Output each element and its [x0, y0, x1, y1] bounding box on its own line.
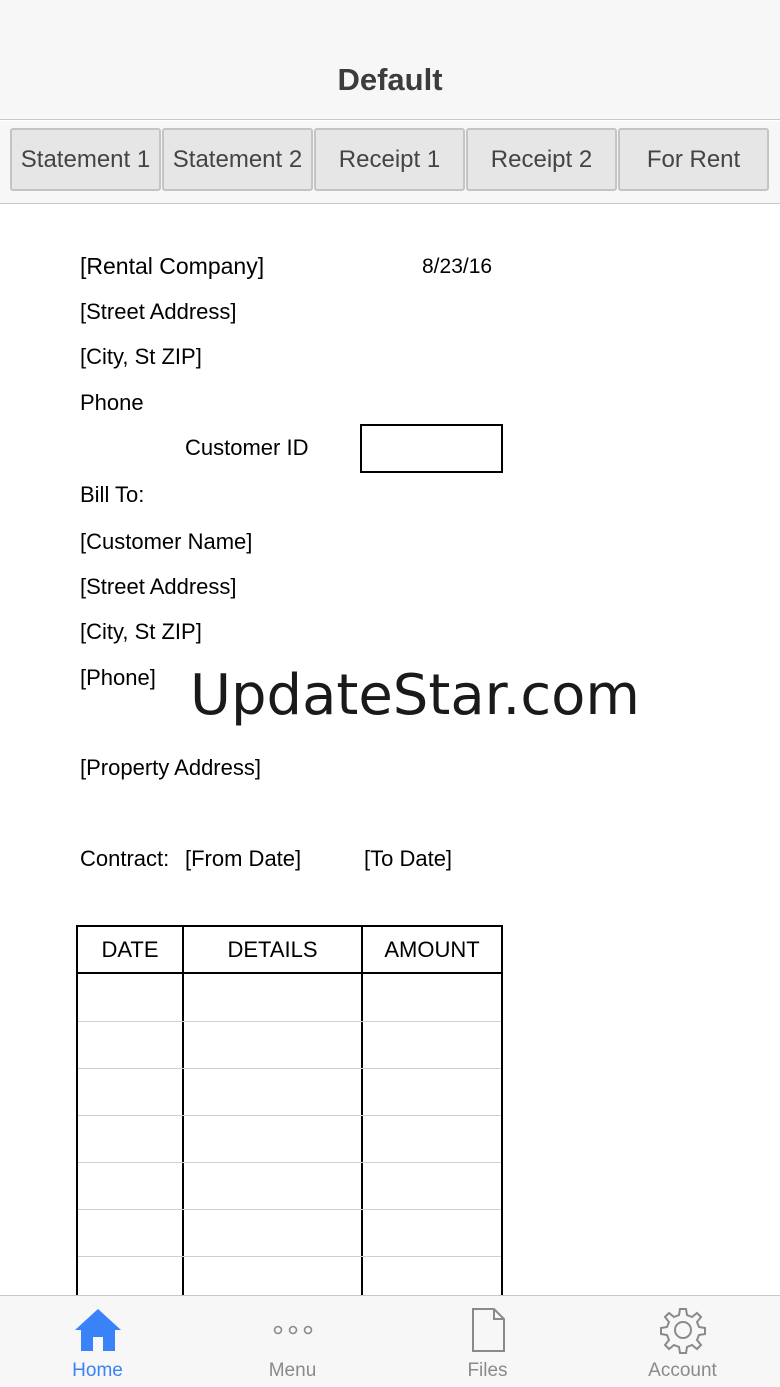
bill-to-label: Bill To: — [80, 482, 145, 507]
table-row[interactable] — [78, 1115, 501, 1116]
ledger-table: DATE DETAILS AMOUNT — [76, 925, 503, 1295]
bottom-tab-bar: Home Menu Files Account — [0, 1295, 780, 1387]
property-address[interactable]: [Property Address] — [80, 755, 261, 781]
column-header-details: DETAILS — [227, 937, 318, 962]
customer-id-field[interactable] — [360, 424, 503, 473]
tab-home-label: Home — [72, 1360, 123, 1381]
document-sheet[interactable]: [Rental Company] 8/23/16 [Street Address… — [0, 205, 780, 1295]
table-row[interactable] — [78, 1021, 501, 1022]
tab-receipt-1[interactable]: Receipt 1 — [314, 128, 465, 191]
gear-icon — [660, 1308, 706, 1354]
company-city[interactable]: [City, St ZIP] — [80, 344, 202, 370]
customer-phone[interactable]: [Phone] — [80, 665, 156, 691]
tab-account-label: Account — [648, 1360, 717, 1381]
contract-from-date[interactable]: [From Date] — [185, 846, 301, 872]
page-title: Default — [337, 62, 443, 97]
company-phone[interactable]: Phone — [80, 390, 144, 416]
customer-street[interactable]: [Street Address] — [80, 574, 237, 600]
table-row[interactable] — [78, 1068, 501, 1069]
tab-statement-1[interactable]: Statement 1 — [10, 128, 161, 191]
contract-label: Contract: — [80, 846, 170, 871]
statement-date[interactable]: 8/23/16 — [422, 255, 492, 279]
tab-menu[interactable]: Menu — [195, 1296, 390, 1387]
more-icon — [273, 1325, 313, 1335]
template-tab-strip: Statement 1 Statement 2 Receipt 1 Receip… — [0, 121, 780, 204]
tab-for-rent[interactable]: For Rent — [618, 128, 769, 191]
ledger-header-row: DATE DETAILS AMOUNT — [78, 927, 501, 974]
tab-statement-2[interactable]: Statement 2 — [162, 128, 313, 191]
company-street[interactable]: [Street Address] — [80, 299, 237, 325]
tab-menu-label: Menu — [268, 1360, 317, 1381]
file-icon — [472, 1308, 505, 1352]
column-divider — [182, 927, 184, 1295]
customer-city[interactable]: [City, St ZIP] — [80, 619, 202, 645]
column-divider — [361, 927, 363, 1295]
tab-receipt-2[interactable]: Receipt 2 — [466, 128, 617, 191]
table-row[interactable] — [78, 1209, 501, 1210]
tab-home[interactable]: Home — [0, 1296, 195, 1387]
table-row[interactable] — [78, 1162, 501, 1163]
column-header-amount: AMOUNT — [384, 937, 480, 962]
contract-to-date[interactable]: [To Date] — [364, 846, 452, 872]
tab-files[interactable]: Files — [390, 1296, 585, 1387]
table-row[interactable] — [78, 1256, 501, 1257]
watermark-text: UpdateStar.com — [190, 663, 640, 728]
tab-files-label: Files — [467, 1360, 508, 1381]
home-icon — [75, 1309, 121, 1351]
customer-id-label: Customer ID — [185, 435, 309, 460]
tab-account[interactable]: Account — [585, 1296, 780, 1387]
column-header-date: DATE — [101, 937, 159, 962]
navigation-bar: Default — [0, 0, 780, 120]
customer-name[interactable]: [Customer Name] — [80, 529, 252, 555]
company-name[interactable]: [Rental Company] — [80, 253, 264, 280]
